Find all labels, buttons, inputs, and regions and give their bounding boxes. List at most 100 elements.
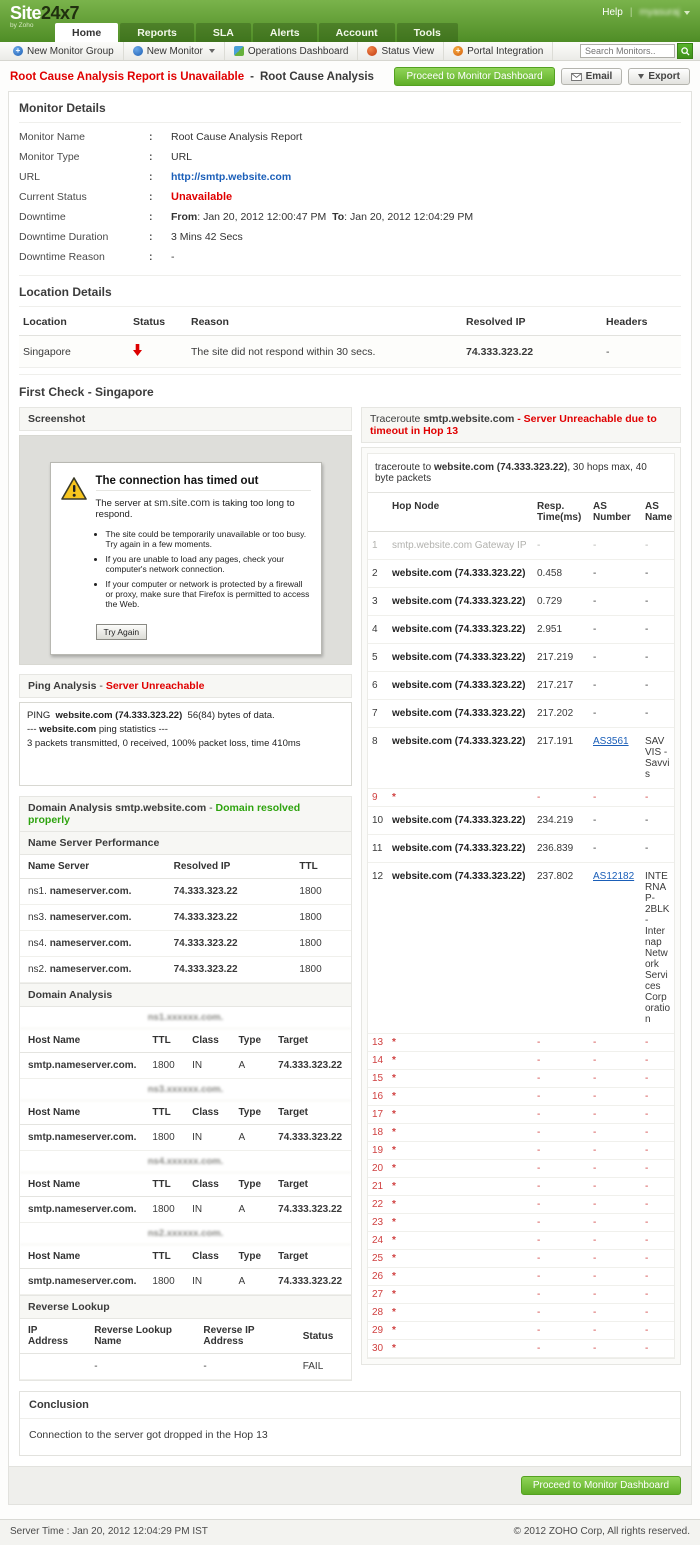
downtime-row: Downtime : From: Jan 20, 2012 12:00:47 P… bbox=[19, 207, 681, 227]
first-check-heading: First Check - Singapore bbox=[19, 374, 681, 407]
help-link[interactable]: Help bbox=[602, 7, 623, 18]
traceroute-row: 25*--- bbox=[368, 1250, 674, 1268]
status-badge: Unavailable bbox=[171, 191, 232, 203]
down-status-icon bbox=[133, 344, 142, 356]
traceroute-row: 19*--- bbox=[368, 1142, 674, 1160]
email-button[interactable]: Email bbox=[561, 68, 623, 85]
user-menu[interactable]: myasuraj bbox=[639, 7, 690, 18]
screenshot-panel: The connection has timed out The server … bbox=[19, 435, 352, 665]
conclusion-text: Connection to the server got dropped in … bbox=[20, 1419, 680, 1455]
column-header: Class bbox=[184, 1245, 230, 1269]
column-header: Host Name bbox=[20, 1029, 144, 1053]
tab-reports[interactable]: Reports bbox=[120, 23, 194, 42]
traceroute-row: 7website.com (74.333.323.22)217.202-- bbox=[368, 700, 674, 728]
logo-text: Site bbox=[10, 3, 41, 23]
as-number-link[interactable]: AS3561 bbox=[593, 736, 629, 747]
domain-analysis-table: Host NameTTLClassTypeTargetsmtp.nameserv… bbox=[20, 1101, 351, 1151]
domain-header-row: Host NameTTLClassTypeTarget bbox=[20, 1101, 351, 1125]
search-button[interactable] bbox=[677, 43, 693, 59]
list-item: The site could be temporarily unavailabl… bbox=[106, 529, 311, 549]
column-header: Target bbox=[270, 1245, 351, 1269]
downtime-duration-row: Downtime Duration : 3 Mins 42 Secs bbox=[19, 227, 681, 247]
try-again-button[interactable]: Try Again bbox=[96, 624, 148, 640]
traceroute-row: 13*--- bbox=[368, 1034, 674, 1052]
toolbar: + New Monitor Group New Monitor Operatio… bbox=[0, 42, 700, 61]
table-row: smtp.nameserver.com.1800INA74.333.323.22 bbox=[20, 1125, 351, 1151]
tab-account[interactable]: Account bbox=[319, 23, 395, 42]
operations-dashboard-button[interactable]: Operations Dashboard bbox=[225, 42, 359, 60]
footer: Server Time : Jan 20, 2012 12:04:29 PM I… bbox=[0, 1519, 700, 1545]
new-monitor-group-icon: + bbox=[13, 46, 23, 56]
tab-alerts[interactable]: Alerts bbox=[253, 23, 317, 42]
traceroute-header-row: Hop Node Resp. Time(ms) AS Number AS Nam… bbox=[368, 493, 674, 532]
copyright: © 2012 ZOHO Corp, All rights reserved. bbox=[514, 1526, 690, 1537]
column-header: Type bbox=[230, 1173, 270, 1197]
status-cell bbox=[129, 336, 187, 368]
proceed-to-monitor-dashboard-bottom-button[interactable]: Proceed to Monitor Dashboard bbox=[521, 1476, 681, 1495]
column-header: Type bbox=[230, 1029, 270, 1053]
reverse-lookup-table: IP Address Reverse Lookup Name Reverse I… bbox=[20, 1319, 351, 1380]
portal-integration-button[interactable]: + Portal Integration bbox=[444, 42, 553, 60]
domain-header-row: Host NameTTLClassTypeTarget bbox=[20, 1029, 351, 1053]
tab-tools[interactable]: Tools bbox=[397, 23, 458, 42]
traceroute-body: 1smtp.website.com Gateway IP---2website.… bbox=[368, 532, 674, 1358]
status-view-button[interactable]: Status View bbox=[358, 42, 444, 60]
traceroute-row: 20*--- bbox=[368, 1160, 674, 1178]
traceroute-row: 21*--- bbox=[368, 1178, 674, 1196]
new-monitor-button[interactable]: New Monitor bbox=[124, 42, 225, 60]
domain-analysis-table: Host NameTTLClassTypeTargetsmtp.nameserv… bbox=[20, 1029, 351, 1079]
screenshot-label: Screenshot bbox=[19, 407, 352, 431]
main-nav-tabs: Home Reports SLA Alerts Account Tools bbox=[55, 23, 458, 42]
traceroute-row: 10website.com (74.333.323.22)234.219-- bbox=[368, 807, 674, 835]
column-header: Class bbox=[184, 1029, 230, 1053]
export-button[interactable]: Export bbox=[628, 68, 690, 85]
traceroute-label: Traceroute smtp.website.com - Server Unr… bbox=[361, 407, 681, 443]
monitor-type-row: Monitor Type : URL bbox=[19, 147, 681, 167]
name-server-performance-heading: Name Server Performance bbox=[19, 832, 352, 855]
search-icon bbox=[681, 47, 690, 56]
table-row: smtp.nameserver.com.1800INA74.333.323.22 bbox=[20, 1197, 351, 1223]
domain-header-row: Host NameTTLClassTypeTarget bbox=[20, 1245, 351, 1269]
report-status-text: Root Cause Analysis Report is Unavailabl… bbox=[10, 71, 244, 83]
column-header: Target bbox=[270, 1173, 351, 1197]
monitor-details: Monitor Name : Root Cause Analysis Repor… bbox=[19, 123, 681, 276]
monitor-url-link[interactable]: http://smtp.website.com bbox=[171, 171, 291, 183]
column-header: Host Name bbox=[20, 1101, 144, 1125]
name-server-performance-table: Name Server Resolved IP TTL ns1. nameser… bbox=[20, 855, 351, 983]
error-host: sm.site.com bbox=[154, 497, 210, 509]
traceroute-row: 17*--- bbox=[368, 1106, 674, 1124]
tab-home[interactable]: Home bbox=[55, 23, 118, 42]
traceroute-row: 6website.com (74.333.323.22)217.217-- bbox=[368, 672, 674, 700]
page-title-bar: Root Cause Analysis Report is Unavailabl… bbox=[0, 61, 700, 91]
new-monitor-group-button[interactable]: + New Monitor Group bbox=[4, 42, 124, 60]
table-row: ns1. nameserver.com.74.333.323.221800 bbox=[20, 879, 351, 905]
domain-analysis-label: Domain Analysis smtp.website.com - Domai… bbox=[19, 796, 352, 832]
portal-integration-icon: + bbox=[453, 46, 463, 56]
column-header: Target bbox=[270, 1101, 351, 1125]
proceed-to-monitor-dashboard-button[interactable]: Proceed to Monitor Dashboard bbox=[394, 67, 554, 86]
column-header: TTL bbox=[144, 1029, 184, 1053]
traceroute-row: 23*--- bbox=[368, 1214, 674, 1232]
traceroute-row: 27*--- bbox=[368, 1286, 674, 1304]
monitor-name-row: Monitor Name : Root Cause Analysis Repor… bbox=[19, 127, 681, 147]
tab-sla[interactable]: SLA bbox=[196, 23, 251, 42]
traceroute-row: 24*--- bbox=[368, 1232, 674, 1250]
traceroute-summary: traceroute to website.com (74.333.323.22… bbox=[368, 454, 674, 493]
column-header: Class bbox=[184, 1101, 230, 1125]
traceroute-row: 26*--- bbox=[368, 1268, 674, 1286]
traceroute-row: 1smtp.website.com Gateway IP--- bbox=[368, 532, 674, 560]
search-input[interactable] bbox=[580, 44, 675, 58]
headers-cell: - bbox=[602, 336, 681, 368]
blurred-nameserver-label: ns1.xxxxxx.com. bbox=[20, 1007, 351, 1029]
conclusion-panel: Conclusion Connection to the server got … bbox=[19, 1391, 681, 1456]
export-icon bbox=[638, 74, 644, 79]
new-monitor-icon bbox=[133, 46, 143, 56]
traceroute-row: 28*--- bbox=[368, 1304, 674, 1322]
column-header: TTL bbox=[144, 1173, 184, 1197]
status-view-icon bbox=[367, 46, 377, 56]
traceroute-row: 5website.com (74.333.323.22)217.219-- bbox=[368, 644, 674, 672]
column-header: Type bbox=[230, 1245, 270, 1269]
table-row: smtp.nameserver.com.1800INA74.333.323.22 bbox=[20, 1269, 351, 1295]
report-card: Monitor Details Monitor Name : Root Caus… bbox=[8, 91, 692, 1467]
as-number-link[interactable]: AS12182 bbox=[593, 871, 634, 882]
